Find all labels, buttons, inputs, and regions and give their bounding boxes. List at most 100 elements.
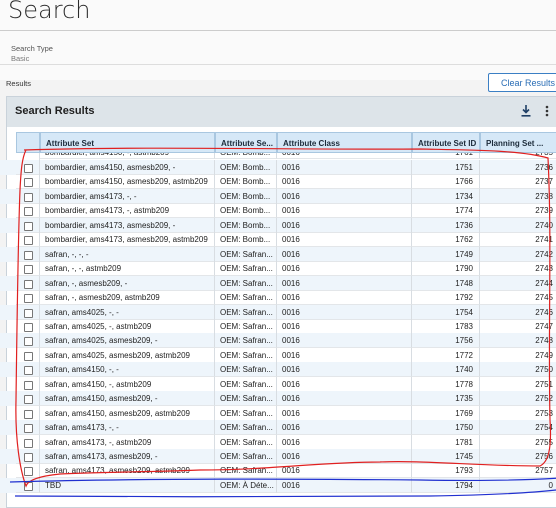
table-cell: 0016 bbox=[277, 153, 412, 159]
table-row[interactable]: safran, ams4150, asmesb209, astmb209 OEM:… bbox=[0, 405, 556, 421]
table-row[interactable]: safran, ams4025, -, astmb209 OEM: Safran.… bbox=[0, 318, 556, 334]
table-cell: OEM: Safran... bbox=[215, 275, 277, 291]
table-cell: 2738 bbox=[480, 189, 556, 204]
table-cell: 1761 bbox=[412, 153, 480, 159]
table-cell: 2746 bbox=[480, 305, 556, 320]
table-cell: 0016 bbox=[277, 376, 412, 392]
download-icon[interactable] bbox=[521, 105, 531, 117]
table-cell: safran, ams4025, -, astmb209 bbox=[40, 318, 215, 334]
table-cell: 0016 bbox=[277, 318, 412, 334]
table-row[interactable]: safran, ams4150, -, astmb209 OEM: Safran.… bbox=[0, 376, 556, 392]
table-row[interactable]: safran, ams4150, -, - OEM: Safran... 0016 1… bbox=[0, 362, 556, 378]
table-row[interactable]: safran, ams4150, asmesb209, - OEM: Safran… bbox=[0, 391, 556, 407]
row-select-cell bbox=[16, 275, 40, 291]
table-cell: 0016 bbox=[277, 333, 412, 349]
column-header-3[interactable]: Attribute Class bbox=[277, 132, 412, 153]
table-row[interactable]: bombardier, ams4173, -, - OEM: Bomb... 001… bbox=[0, 188, 556, 204]
table-cell: 1778 bbox=[412, 376, 480, 392]
column-header-4[interactable]: Attribute Set ID bbox=[412, 132, 480, 153]
table-cell: OEM: Bomb... bbox=[215, 232, 277, 248]
table-cell: safran, -, asmesb209, astmb209 bbox=[40, 290, 215, 306]
table-cell: OEM: Safran... bbox=[215, 261, 277, 277]
table-cell: OEM: Bomb... bbox=[215, 160, 277, 175]
table-cell: bombardier, ams4173, -, astmb209 bbox=[40, 203, 215, 219]
table-cell: 2748 bbox=[480, 333, 556, 349]
table-cell: TBD bbox=[40, 477, 215, 493]
table-row[interactable]: safran, ams4025, asmesb209, - OEM: Safran… bbox=[0, 333, 556, 349]
table-row[interactable]: safran, -, asmesb209, - OEM: Safran... 001… bbox=[0, 275, 556, 291]
table-cell: 2737 bbox=[480, 174, 556, 190]
page-title: Search bbox=[8, 0, 91, 24]
table-cell: OEM: Safran... bbox=[215, 420, 277, 436]
table-cell: 1772 bbox=[412, 347, 480, 363]
table-row[interactable]: safran, ams4173, asmesb209, - OEM: Safran… bbox=[0, 449, 556, 464]
table-cell: 1766 bbox=[412, 174, 480, 190]
row-select-cell bbox=[16, 420, 40, 436]
table-cell: 0016 bbox=[277, 477, 412, 493]
table-row[interactable]: safran, -, -, astmb209 OEM: Safran... 0016… bbox=[0, 261, 556, 277]
table-cell: bombardier, ams4173, asmesb209, astmb209 bbox=[40, 232, 215, 248]
table-cell: 0016 bbox=[277, 188, 412, 204]
row-select-cell bbox=[16, 232, 40, 248]
table-row[interactable]: safran, ams4025, asmesb209, astmb209 OEM:… bbox=[0, 347, 556, 363]
table-row[interactable]: safran, ams4025, -, - OEM: Safran... 0016 1… bbox=[0, 304, 556, 320]
column-header-1[interactable]: Attribute Set bbox=[40, 132, 215, 153]
table-cell: OEM: Safran... bbox=[215, 333, 277, 349]
table-cell: OEM: Safran... bbox=[215, 347, 277, 363]
table-cell: 1762 bbox=[412, 232, 480, 248]
table-cell: 2739 bbox=[480, 203, 556, 219]
row-select-cell bbox=[16, 376, 40, 392]
table-cell: safran, ams4150, -, astmb209 bbox=[40, 376, 215, 392]
table-cell: 0 bbox=[480, 478, 556, 493]
table-cell: 0016 bbox=[277, 463, 412, 479]
table-row[interactable]: bombardier, ams4150, asmesb209, - OEM: Bo… bbox=[0, 160, 556, 175]
table-cell: 0016 bbox=[277, 434, 412, 450]
table-cell: OEM: Safran... bbox=[215, 362, 277, 378]
table-cell: OEM: Safran... bbox=[215, 405, 277, 421]
table-cell: 1790 bbox=[412, 261, 480, 277]
row-select-cell bbox=[16, 290, 40, 306]
table-cell: OEM: Bomb... bbox=[215, 203, 277, 219]
table-row[interactable]: safran, ams4173, -, astmb209 OEM: Safran.… bbox=[0, 434, 556, 450]
table-cell: safran, ams4150, -, - bbox=[40, 362, 215, 378]
row-select-cell bbox=[16, 463, 40, 479]
clear-results-button[interactable]: Clear Results bbox=[488, 73, 556, 92]
table-cell: 1781 bbox=[412, 434, 480, 450]
table-row[interactable]: bombardier, ams4173, -, astmb209 OEM: Bom… bbox=[0, 203, 556, 219]
table-cell: safran, ams4173, asmesb209, - bbox=[40, 449, 215, 464]
row-select-cell bbox=[16, 174, 40, 190]
column-header-2[interactable]: Attribute Se... bbox=[215, 132, 277, 153]
table-row[interactable]: safran, ams4173, asmesb209, astmb209 OEM:… bbox=[0, 463, 556, 479]
table-row[interactable]: bombardier, ams4173, asmesb209, - OEM: Bo… bbox=[0, 217, 556, 233]
table-row[interactable]: safran, -, -, - OEM: Safran... 0016 1749 274… bbox=[0, 246, 556, 262]
table-cell: bombardier, ams4150, asmesb209, - bbox=[40, 160, 215, 175]
row-select-cell bbox=[16, 347, 40, 363]
table-cell: OEM: Safran... bbox=[215, 318, 277, 334]
table-row[interactable]: safran, ams4173, -, - OEM: Safran... 0016 1… bbox=[0, 420, 556, 436]
panel-header: Search Results bbox=[7, 97, 556, 127]
table-cell: 2753 bbox=[480, 406, 556, 421]
table-row[interactable]: safran, -, asmesb209, astmb209 OEM: Safra… bbox=[0, 290, 556, 306]
table-row[interactable]: bombardier, ams4173, asmesb209, astmb209… bbox=[0, 232, 556, 248]
table-cell: 1735 bbox=[412, 391, 480, 407]
row-select-cell bbox=[16, 246, 40, 262]
row-select-cell bbox=[16, 449, 40, 464]
table-cell: safran, ams4173, -, - bbox=[40, 420, 215, 436]
table-cell: OEM: Bomb... bbox=[215, 188, 277, 204]
divider bbox=[0, 30, 556, 31]
divider bbox=[0, 64, 556, 65]
table-cell: OEM: Bomb... bbox=[215, 174, 277, 190]
more-vertical-icon[interactable] bbox=[545, 105, 549, 117]
table-cell: 2741 bbox=[480, 232, 556, 248]
table-row[interactable]: TBD OEM: À Déte... 0016 1794 0 bbox=[0, 477, 556, 493]
table-cell: 0016 bbox=[277, 217, 412, 233]
table-cell: 1734 bbox=[412, 188, 480, 204]
table-cell: 1736 bbox=[412, 217, 480, 233]
table-cell: OEM: Safran... bbox=[215, 376, 277, 392]
row-select-cell bbox=[16, 333, 40, 349]
table-row-partial[interactable]: bombardier, ams4150, -, astmb209OEM: Bom… bbox=[0, 153, 556, 168]
table-cell: safran, ams4150, asmesb209, - bbox=[40, 391, 215, 407]
column-header-5[interactable]: Planning Set ... bbox=[480, 132, 556, 153]
table-cell: safran, ams4025, asmesb209, astmb209 bbox=[40, 347, 215, 363]
table-row[interactable]: bombardier, ams4150, asmesb209, astmb209… bbox=[0, 174, 556, 190]
